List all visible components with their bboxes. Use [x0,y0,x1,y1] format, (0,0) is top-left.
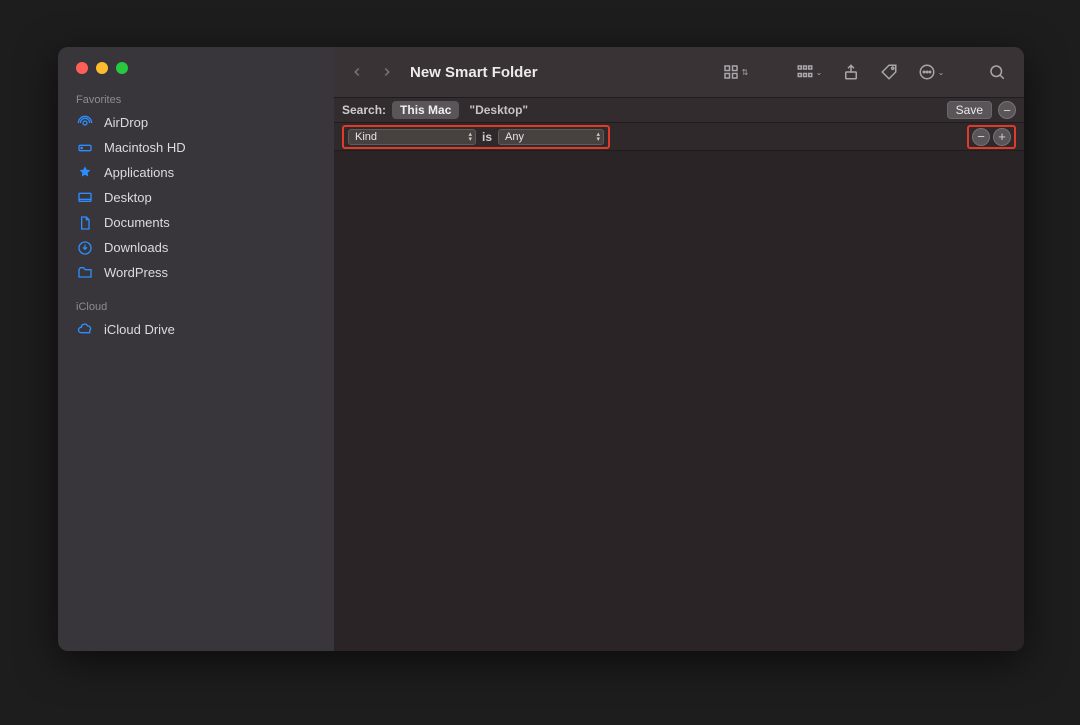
view-icon-grid-button[interactable]: ⇅ [716,58,754,86]
sidebar-item-label: Macintosh HD [104,140,186,155]
sidebar-item-label: Applications [104,165,174,180]
tags-button[interactable] [874,58,904,86]
scope-desktop[interactable]: "Desktop" [465,101,532,119]
sidebar-item-wordpress[interactable]: WordPress [58,260,334,285]
sidebar-item-applications[interactable]: Applications [58,160,334,185]
sidebar-item-label: Documents [104,215,170,230]
sidebar-item-label: WordPress [104,265,168,280]
criteria-attribute-popup[interactable]: Kind ▴▾ [348,129,476,145]
results-area [334,151,1024,651]
criteria-highlight-right: − + [967,125,1016,149]
sidebar-item-label: AirDrop [104,115,148,130]
zoom-window-button[interactable] [116,62,128,74]
applications-icon [76,165,94,181]
document-icon [76,215,94,231]
sidebar-item-downloads[interactable]: Downloads [58,235,334,260]
updown-chevron-icon: ▴▾ [468,132,472,142]
airdrop-icon [76,115,94,131]
finder-window: Favorites AirDrop Macintosh HD Applicati… [58,47,1024,651]
search-button[interactable] [982,58,1012,86]
remove-criteria-button[interactable]: − [972,128,990,146]
sidebar-item-documents[interactable]: Documents [58,210,334,235]
updown-chevron-icon: ▴▾ [597,132,601,142]
minimize-window-button[interactable] [96,62,108,74]
share-button[interactable] [836,58,866,86]
criteria-value: Any [505,131,524,143]
sidebar-item-desktop[interactable]: Desktop [58,185,334,210]
sidebar-section-favorites: Favorites [58,88,334,110]
main-pane: New Smart Folder ⇅ ⌄ ⌄ [334,47,1024,651]
window-title: New Smart Folder [410,64,538,81]
sidebar-item-label: iCloud Drive [104,322,175,337]
sidebar: Favorites AirDrop Macintosh HD Applicati… [58,47,334,651]
sidebar-item-airdrop[interactable]: AirDrop [58,110,334,135]
sidebar-item-macintosh-hd[interactable]: Macintosh HD [58,135,334,160]
search-criteria-row: Kind ▴▾ is Any ▴▾ − + [334,123,1024,151]
hdd-icon [76,140,94,156]
criteria-highlight-left: Kind ▴▾ is Any ▴▾ [342,125,610,149]
save-button[interactable]: Save [947,101,992,119]
close-window-button[interactable] [76,62,88,74]
updown-chevron-icon: ⇅ [742,68,749,77]
downloads-icon [76,240,94,256]
sidebar-item-label: Downloads [104,240,168,255]
window-controls [58,62,334,88]
cloud-icon [76,322,94,338]
search-label: Search: [342,103,386,117]
toolbar: New Smart Folder ⇅ ⌄ ⌄ [334,47,1024,97]
scope-this-mac[interactable]: This Mac [392,101,459,119]
sidebar-item-label: Desktop [104,190,152,205]
chevron-down-icon: ⌄ [938,68,945,77]
criteria-attribute-value: Kind [355,131,377,143]
action-menu-button[interactable]: ⌄ [912,58,950,86]
desktop-icon [76,190,94,206]
forward-button[interactable] [376,58,398,86]
remove-search-button[interactable]: − [998,101,1016,119]
group-by-button[interactable]: ⌄ [790,58,828,86]
folder-icon [76,265,94,281]
chevron-down-icon: ⌄ [816,68,823,77]
search-scope-bar: Search: This Mac "Desktop" Save − [334,97,1024,123]
back-button[interactable] [346,58,368,86]
criteria-value-popup[interactable]: Any ▴▾ [498,129,604,145]
sidebar-item-icloud-drive[interactable]: iCloud Drive [58,317,334,342]
sidebar-section-icloud: iCloud [58,295,334,317]
criteria-operator: is [480,130,494,144]
add-criteria-button[interactable]: + [993,128,1011,146]
